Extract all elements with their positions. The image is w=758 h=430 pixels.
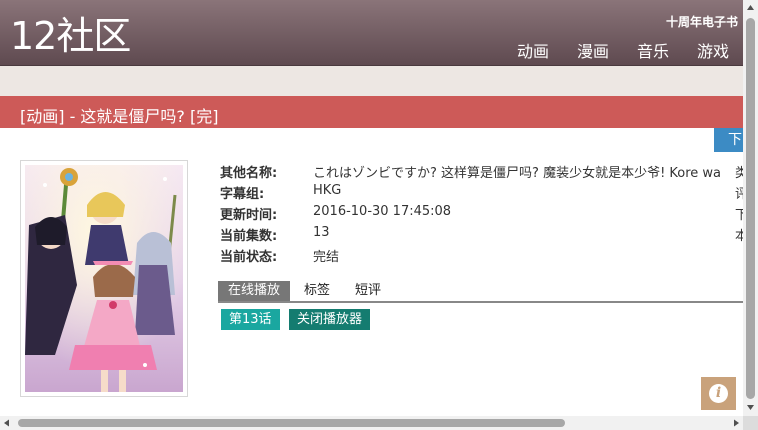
page-title: [动画] - 这就是僵尸吗? [完] xyxy=(20,107,219,126)
tab-tags[interactable]: 标签 xyxy=(304,281,330,301)
info-label: 字幕组: xyxy=(220,187,265,202)
nav-music[interactable]: 音乐 xyxy=(637,38,669,62)
title-bar: [动画] - 这就是僵尸吗? [完] xyxy=(0,96,743,128)
anime-poster-image xyxy=(25,165,183,392)
poster-illustration xyxy=(25,165,183,392)
info-button[interactable]: i xyxy=(701,377,736,410)
site-header: 12社区 十周年电子书 动画 漫画 音乐 游戏 xyxy=(0,0,743,66)
nav-anime[interactable]: 动画 xyxy=(517,38,549,62)
tab-comments[interactable]: 短评 xyxy=(355,281,381,301)
download-tab[interactable]: 下 xyxy=(714,128,743,152)
episode-13-button[interactable]: 第13话 xyxy=(221,309,280,330)
info-right-label: 类 xyxy=(735,166,743,181)
vertical-scrollbar[interactable] xyxy=(743,0,758,416)
info-value: これはゾンビですか? 这样算是僵尸吗? 魔装少女就是本少爷! Kore wa xyxy=(313,166,722,181)
info-label: 更新时间: xyxy=(220,208,278,223)
info-icon: i xyxy=(709,384,728,403)
horizontal-scroll-thumb[interactable] xyxy=(18,419,565,427)
subheader-band xyxy=(0,66,743,96)
info-row-status: 当前状态: 完结 xyxy=(220,246,743,267)
nav-manga[interactable]: 漫画 xyxy=(577,38,609,62)
close-player-button[interactable]: 关闭播放器 xyxy=(289,309,371,330)
info-row-updated: 更新时间: 2016-10-30 17:45:08 xyxy=(220,204,743,225)
info-value: 完结 xyxy=(313,250,340,265)
info-right-column: 类 评 下 本 xyxy=(735,162,743,246)
info-value: HKG xyxy=(313,183,342,198)
horizontal-scrollbar[interactable] xyxy=(0,416,743,430)
info-label: 当前状态: xyxy=(220,250,278,265)
info-row-episodes: 当前集数: 13 xyxy=(220,225,743,246)
info-right-label: 评 xyxy=(735,187,743,202)
info-value: 2016-10-30 17:45:08 xyxy=(313,204,452,219)
tab-online-play[interactable]: 在线播放 xyxy=(218,281,291,301)
info-right-label: 本 xyxy=(735,229,743,244)
content-tabs: 在线播放 标签 短评 xyxy=(218,281,743,303)
info-value: 13 xyxy=(313,225,330,240)
nav-games[interactable]: 游戏 xyxy=(697,38,729,62)
info-right-label: 下 xyxy=(735,208,743,223)
info-label: 当前集数: xyxy=(220,229,278,244)
info-row-subgroup: 字幕组: HKG xyxy=(220,183,743,204)
vertical-scroll-thumb[interactable] xyxy=(746,18,755,399)
anime-info: 其他名称: これはゾンビですか? 这样算是僵尸吗? 魔装少女就是本少爷! Kor… xyxy=(220,162,743,267)
poster-frame xyxy=(20,160,188,397)
site-logo[interactable]: 12社区 xyxy=(10,14,131,58)
main-nav: 动画 漫画 音乐 游戏 xyxy=(517,38,729,62)
info-row-alt-names: 其他名称: これはゾンビですか? 这样算是僵尸吗? 魔装少女就是本少爷! Kor… xyxy=(220,162,743,183)
anniversary-ebook-link[interactable]: 十周年电子书 xyxy=(666,13,738,30)
scrollbar-corner xyxy=(743,416,758,430)
info-label: 其他名称: xyxy=(220,166,278,181)
